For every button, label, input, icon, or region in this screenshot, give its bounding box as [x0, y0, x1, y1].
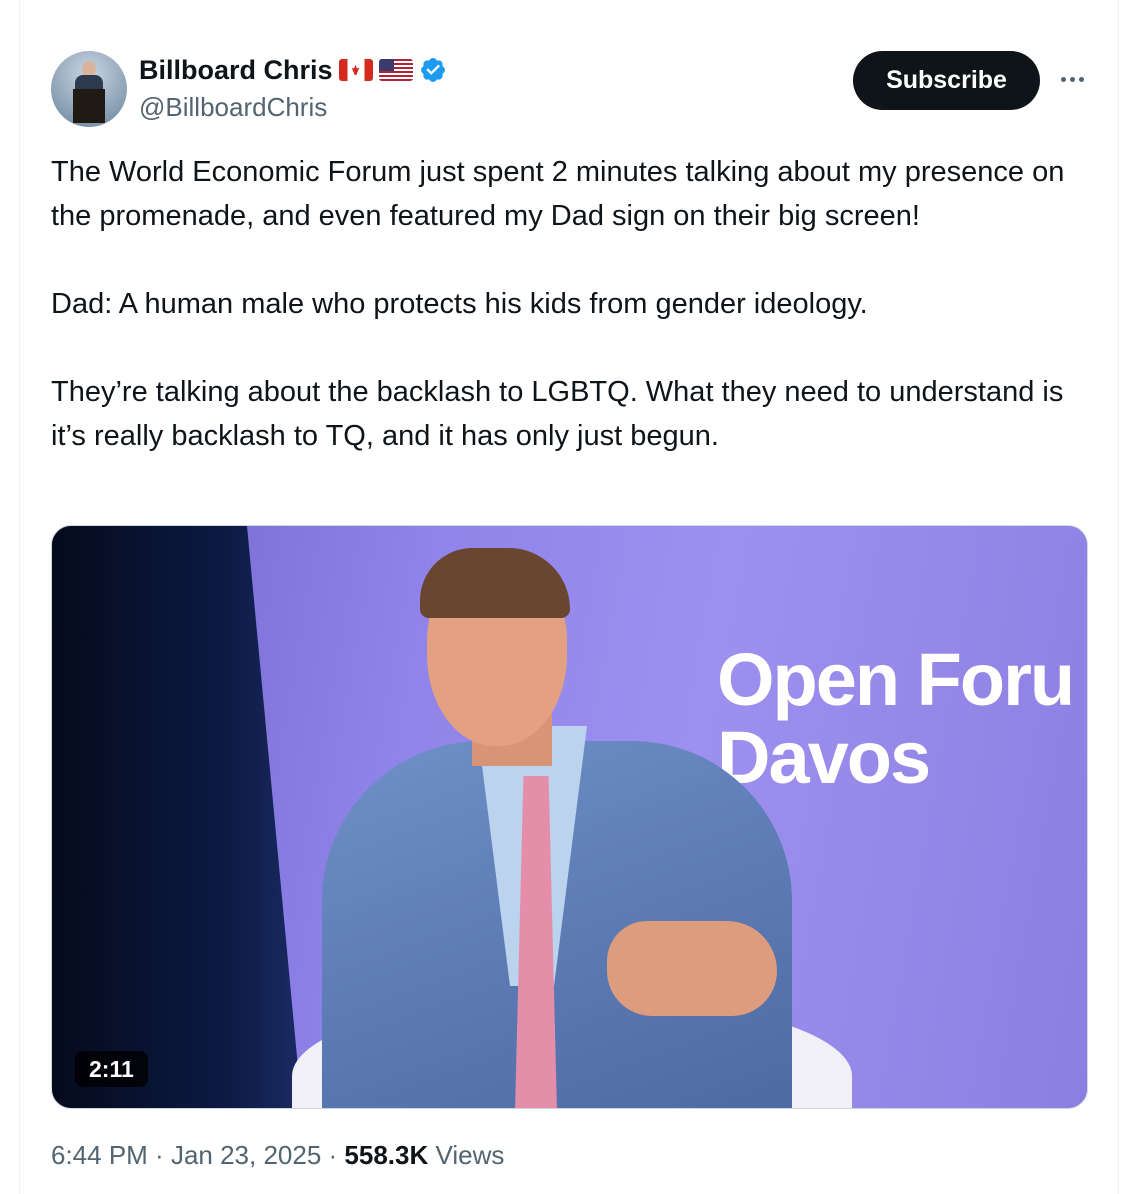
tweet-paragraph: Dad: A human male who protects his kids …	[51, 288, 868, 320]
speaker-hands	[607, 921, 777, 1016]
canada-flag-icon	[338, 59, 373, 81]
more-options-icon[interactable]	[1055, 64, 1089, 94]
meta-separator: ·	[321, 1140, 345, 1170]
avatar[interactable]	[51, 51, 127, 127]
tweet-text: The World Economic Forum just spent 2 mi…	[51, 150, 1091, 458]
tweet-paragraph: The World Economic Forum just spent 2 mi…	[51, 156, 1065, 232]
tweet-paragraph-spacer	[51, 238, 1091, 282]
author-name-row: Billboard Chris	[139, 53, 447, 87]
video-screen-text: Open Foru Davos	[717, 638, 1075, 799]
verified-badge-icon[interactable]	[419, 56, 447, 84]
video-player[interactable]: Open Foru Davos 2:11	[51, 525, 1088, 1109]
tweet-date[interactable]: Jan 23, 2025	[171, 1140, 321, 1171]
views-label: Views	[428, 1140, 505, 1170]
tweet-time[interactable]: 6:44 PM	[51, 1140, 148, 1171]
video-duration-badge: 2:11	[75, 1051, 148, 1087]
author-handle[interactable]: @BillboardChris	[139, 92, 327, 123]
tweet-paragraph: They’re talking about the backlash to LG…	[51, 376, 1064, 452]
meta-separator: ·	[147, 1140, 171, 1170]
views-count[interactable]: 558.3K	[344, 1140, 428, 1171]
avatar-sign	[73, 89, 105, 123]
subscribe-button[interactable]: Subscribe	[853, 51, 1040, 110]
tweet-meta: 6:44 PM · Jan 23, 2025 · 558.3K Views	[51, 1140, 504, 1171]
author-display-name[interactable]: Billboard Chris	[139, 55, 333, 86]
usa-flag-icon	[378, 59, 413, 81]
tweet-paragraph-spacer	[51, 326, 1091, 370]
